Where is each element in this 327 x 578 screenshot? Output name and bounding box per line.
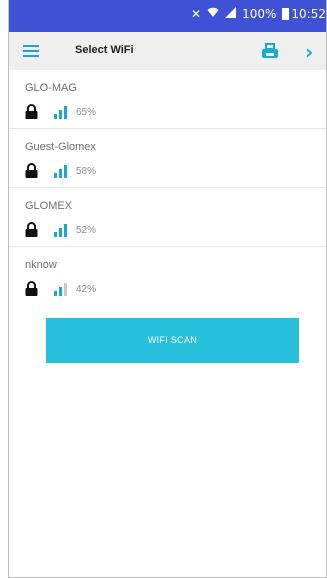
lock-icon bbox=[25, 281, 38, 296]
signal-strength-icon bbox=[54, 105, 68, 119]
status-icons: ✕ 100% 10:52 bbox=[185, 7, 326, 21]
network-ssid: GLO-MAG bbox=[25, 82, 77, 94]
battery-icon bbox=[282, 8, 290, 20]
phone-screen: ✕ 100% 10:52 Select WiFi › GLO-MAG 65% G… bbox=[8, 0, 327, 578]
lock-icon bbox=[25, 104, 38, 119]
battery-text: 100% bbox=[242, 7, 277, 21]
network-ssid: GLOMEX bbox=[25, 200, 73, 212]
mute-icon: ✕ bbox=[191, 7, 202, 21]
printer-icon[interactable] bbox=[261, 43, 279, 59]
signal-strength-icon bbox=[54, 223, 68, 237]
wifi-network-list: GLO-MAG 65% Guest-Glomex 58% GLOMEX 52% … bbox=[9, 70, 326, 302]
signal-strength-icon bbox=[54, 164, 68, 178]
menu-icon[interactable] bbox=[23, 45, 39, 57]
wifi-scan-button[interactable]: WIFI SCAN bbox=[46, 318, 299, 363]
list-item[interactable]: GLOMEX 52% bbox=[9, 188, 326, 247]
toolbar: Select WiFi › bbox=[9, 32, 326, 70]
signal-percent: 65% bbox=[76, 107, 97, 118]
lock-icon bbox=[25, 163, 38, 178]
status-bar: ✕ 100% 10:52 bbox=[9, 0, 326, 32]
signal-percent: 42% bbox=[76, 284, 97, 295]
network-ssid: Guest-Glomex bbox=[25, 141, 96, 153]
wifi-icon bbox=[207, 7, 219, 21]
page-title: Select WiFi bbox=[75, 44, 134, 56]
status-time: 10:52 bbox=[291, 7, 326, 21]
list-item[interactable]: nknow 42% bbox=[9, 247, 326, 302]
list-item[interactable]: GLO-MAG 65% bbox=[9, 70, 326, 129]
signal-percent: 52% bbox=[76, 225, 97, 236]
signal-strength-icon bbox=[54, 282, 68, 296]
cell-signal-icon bbox=[225, 7, 237, 21]
signal-percent: 58% bbox=[76, 166, 97, 177]
list-item[interactable]: Guest-Glomex 58% bbox=[9, 129, 326, 188]
lock-icon bbox=[25, 222, 38, 237]
network-ssid: nknow bbox=[25, 259, 57, 271]
chevron-right-icon[interactable]: › bbox=[305, 40, 313, 64]
